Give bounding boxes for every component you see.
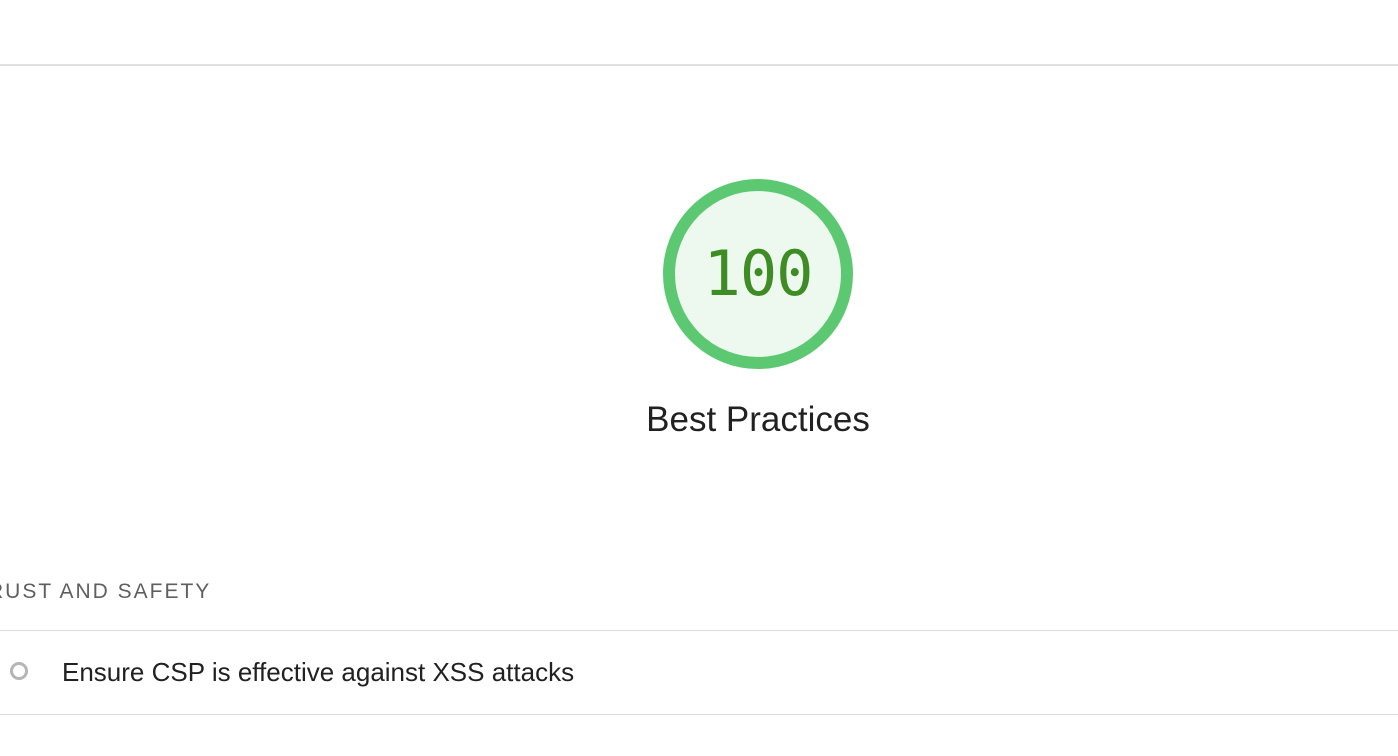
score-gauge[interactable]: 100 [661,177,855,371]
audit-group-title: RUST AND SAFETY [0,580,212,603]
bottom-divider [0,714,1398,715]
gauge-score: 100 [703,237,814,310]
gauge-label: Best Practices [646,400,870,439]
audit-row-csp-xss[interactable]: Ensure CSP is effective against XSS atta… [0,631,1398,715]
top-divider [0,64,1398,66]
informative-circle-icon [10,662,28,680]
audit-title: Ensure CSP is effective against XSS atta… [62,657,575,687]
